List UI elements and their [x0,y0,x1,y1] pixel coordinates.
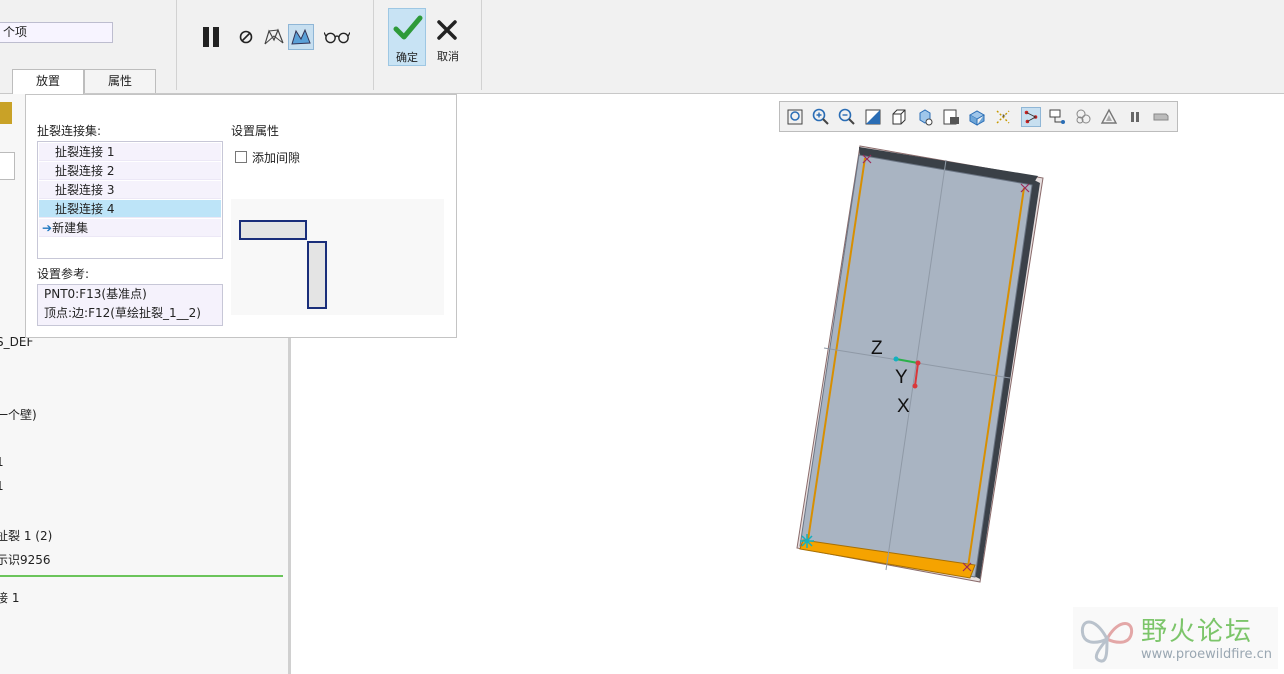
rip-sets-list[interactable]: 扯裂连接 1 扯裂连接 2 扯裂连接 3 扯裂连接 4 ➔新建集 [37,141,223,259]
sheetmetal-model[interactable]: Z Y X [790,140,1050,590]
no-preview-icon [239,30,253,44]
ribbon-separator [176,0,177,90]
ref-item[interactable]: PNT0:F13(基准点) [44,285,222,304]
cancel-label: 取消 [437,50,459,63]
corner-gap-diagram [239,220,327,309]
new-set-item[interactable]: ➔新建集 [39,219,221,237]
ok-label: 确定 [396,51,418,64]
axis-label-x: X [897,396,910,417]
pause-icon [203,27,219,47]
pause-icon[interactable] [1125,107,1145,127]
list-item-selected[interactable]: 扯裂连接 4 [39,200,221,218]
tab-placement[interactable]: 放置 [12,69,84,94]
wireframe-preview-icon [264,28,284,45]
tree-toolbar-strip [0,102,12,124]
insert-indicator[interactable] [0,575,283,577]
axis-label-y: Y [895,367,908,388]
rip-sets-label: 扯裂连接集: [37,124,102,138]
zoom-in-icon[interactable] [811,107,831,127]
datum-display-icon[interactable]: * [993,107,1013,127]
datum-point-marker [800,534,814,548]
new-set-label: 新建集 [52,221,89,235]
close-icon [437,20,457,40]
arrow-right-icon: ➔ [42,221,53,235]
refit-icon[interactable] [785,107,805,127]
ribbon-separator [481,0,482,90]
watermark: 野火论坛 www.proewildfire.cn [1073,607,1278,669]
refs-collector[interactable]: PNT0:F13(基准点) 顶点:边:F12(草绘扯裂_1__2) [37,284,223,326]
perspective-icon[interactable] [967,107,987,127]
ribbon: 个项 放置 属性 确定 取消 [0,0,1284,94]
tree-item[interactable]: 接 1 [0,589,19,606]
add-gap-checkbox[interactable] [235,151,247,163]
tree-search-box[interactable] [0,152,15,180]
ribbon-separator [373,0,374,90]
layer-icon[interactable] [1073,107,1093,127]
list-item[interactable]: 扯裂连接 3 [39,181,221,199]
repaint-icon[interactable] [863,107,883,127]
watermark-url: www.proewildfire.cn [1141,647,1272,662]
spin-center-icon[interactable] [1021,107,1041,127]
glasses-icon [324,32,350,44]
selection-field[interactable]: 个项 [0,22,113,43]
cancel-button[interactable]: 取消 [429,8,467,66]
verify-button[interactable] [324,24,350,50]
ref-item[interactable]: 顶点:边:F12(草绘扯裂_1__2) [44,304,222,323]
display-style-icon[interactable] [889,107,909,127]
appearance-icon[interactable] [1099,107,1119,127]
butterfly-logo-icon [1080,620,1134,663]
wireframe-preview-button[interactable] [261,24,287,50]
tree-item[interactable]: 1 [0,479,4,493]
tree-item[interactable]: 一个壁) [0,406,37,423]
ok-button[interactable]: 确定 [388,8,426,66]
refs-label: 设置参考: [37,267,90,281]
svg-text:*: * [1002,113,1006,121]
watermark-title: 野火论坛 [1141,617,1254,647]
saved-orientations-icon[interactable] [915,107,935,127]
annotation-display-icon[interactable] [1047,107,1067,127]
add-gap-label: 添加间隙 [252,151,301,165]
tree-item[interactable]: 扯裂 1 (2) [0,527,52,544]
check-icon [393,15,423,40]
tree-item[interactable]: 1 [0,455,4,469]
props-label: 设置属性 [231,124,280,138]
list-item[interactable]: 扯裂连接 1 [39,143,221,161]
view-toolbar: * [779,101,1178,132]
axis-label-z: Z [871,338,883,359]
toggle-icon[interactable] [1151,107,1171,127]
zoom-out-icon[interactable] [837,107,857,127]
tree-item[interactable]: 示识9256 [0,551,51,568]
pause-button[interactable] [198,24,224,50]
tab-properties[interactable]: 属性 [84,69,156,93]
solid-preview-icon [291,28,311,45]
corner-preview [231,199,444,315]
list-item[interactable]: 扯裂连接 2 [39,162,221,180]
solid-preview-button[interactable] [288,24,314,50]
placement-panel: 扯裂连接集: 扯裂连接 1 扯裂连接 2 扯裂连接 3 扯裂连接 4 ➔新建集 … [25,94,457,338]
view-manager-icon[interactable] [941,107,961,127]
no-preview-button[interactable] [233,24,259,50]
